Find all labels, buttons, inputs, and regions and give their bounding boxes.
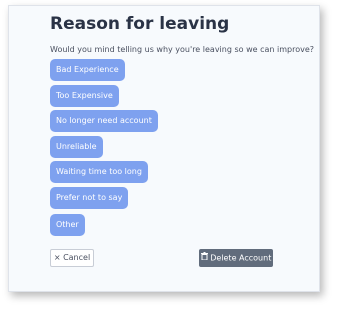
delete-account-button[interactable]: Delete Account [199,249,273,267]
reason-unreliable[interactable]: Unreliable [50,136,103,158]
dialog-subtitle: Would you mind telling us why you're lea… [50,45,314,54]
reason-no-longer-need-account[interactable]: No longer need account [50,110,158,132]
cancel-label: Cancel [63,253,91,262]
reason-waiting-time-too-long[interactable]: Waiting time too long [50,161,148,183]
trash-icon [200,249,208,267]
close-icon: × [53,253,61,262]
reason-too-expensive[interactable]: Too Expensive [50,85,119,107]
reason-other[interactable]: Other [50,214,85,236]
dialog-title: Reason for leaving [50,14,230,34]
delete-account-label: Delete Account [210,253,272,263]
reason-bad-experience[interactable]: Bad Experience [50,59,125,81]
cancel-button[interactable]: × Cancel [50,249,94,267]
reason-for-leaving-dialog: Reason for leaving Would you mind tellin… [8,5,320,292]
reason-prefer-not-to-say[interactable]: Prefer not to say [50,187,129,209]
